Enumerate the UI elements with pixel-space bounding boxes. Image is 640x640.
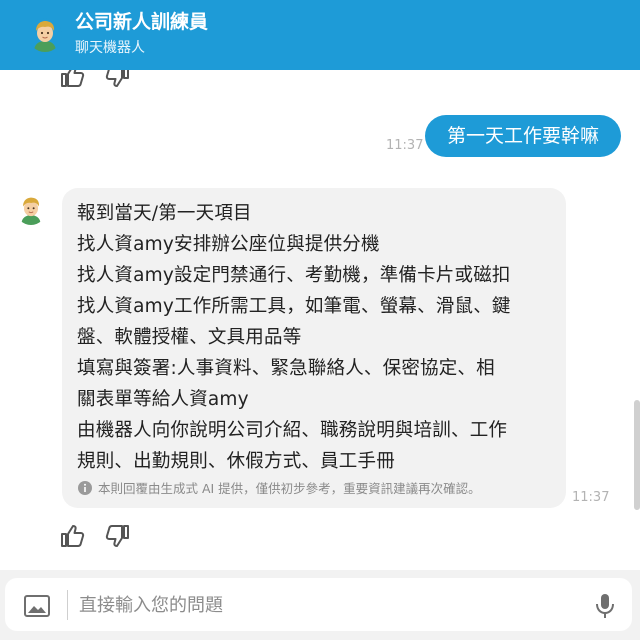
bot-message-line: 找人資amy工作所需工具，如筆電、螢幕、滑鼠、鍵 [77, 296, 511, 317]
microphone-icon[interactable] [592, 592, 618, 620]
bot-message-line: 找人資amy設定門禁通行、考勤機，準備卡片或磁扣 [77, 265, 511, 286]
message-input[interactable] [77, 588, 581, 623]
image-icon[interactable] [23, 594, 51, 618]
bot-message-line: 規則、出勤規則、休假方式、員工手冊 [77, 451, 395, 472]
ai-disclaimer: 本則回覆由生成式 AI 提供，僅供初步參考，重要資訊建議再次確認。 [78, 481, 481, 497]
user-message-time: 11:37 [386, 138, 424, 153]
boy-avatar-icon [16, 195, 46, 225]
thumbs-down-icon[interactable] [104, 522, 132, 550]
bot-message-line: 盤、軟體授權、文具用品等 [77, 327, 302, 348]
bot-message-line: 報到當天/第一天項目 [77, 203, 252, 224]
bot-message-line: 由機器人向你說明公司介紹、職務說明與培訓、工作 [77, 420, 508, 441]
input-divider [67, 590, 68, 620]
bot-message-bubble: 報到當天/第一天項目 找人資amy安排辦公座位與提供分機 找人資amy設定門禁通… [62, 188, 566, 508]
info-icon [78, 481, 92, 495]
ai-disclaimer-text: 本則回覆由生成式 AI 提供，僅供初步參考，重要資訊建議再次確認。 [98, 481, 481, 496]
user-message-bubble: 第一天工作要幹嘛 [425, 115, 621, 157]
thumbs-up-icon[interactable] [58, 70, 86, 90]
bot-avatar [28, 18, 62, 52]
chat-title: 公司新人訓練員 [75, 11, 209, 33]
bot-message-line: 填寫與簽署:人事資料、緊急聯絡人、保密協定、相 [77, 358, 495, 379]
boy-avatar-icon [28, 18, 62, 52]
chat-subtitle: 聊天機器人 [75, 40, 145, 56]
bot-message-line: 找人資amy安排辦公座位與提供分機 [77, 234, 380, 255]
thumbs-up-icon[interactable] [58, 522, 86, 550]
bot-message-line: 關表單等給人資amy [77, 389, 249, 410]
bot-message-avatar [16, 195, 46, 225]
bot-message-time: 11:37 [572, 490, 610, 505]
message-input-box [5, 578, 632, 631]
chat-scrollbar[interactable] [634, 400, 640, 510]
message-input-bar [0, 570, 640, 640]
thumbs-down-icon[interactable] [104, 70, 132, 90]
chat-area[interactable]: 11:37 第一天工作要幹嘛 報到當天/第一天項目 找人資amy安排辦公座位與提… [0, 70, 640, 570]
chat-header: 公司新人訓練員 聊天機器人 [0, 0, 640, 70]
